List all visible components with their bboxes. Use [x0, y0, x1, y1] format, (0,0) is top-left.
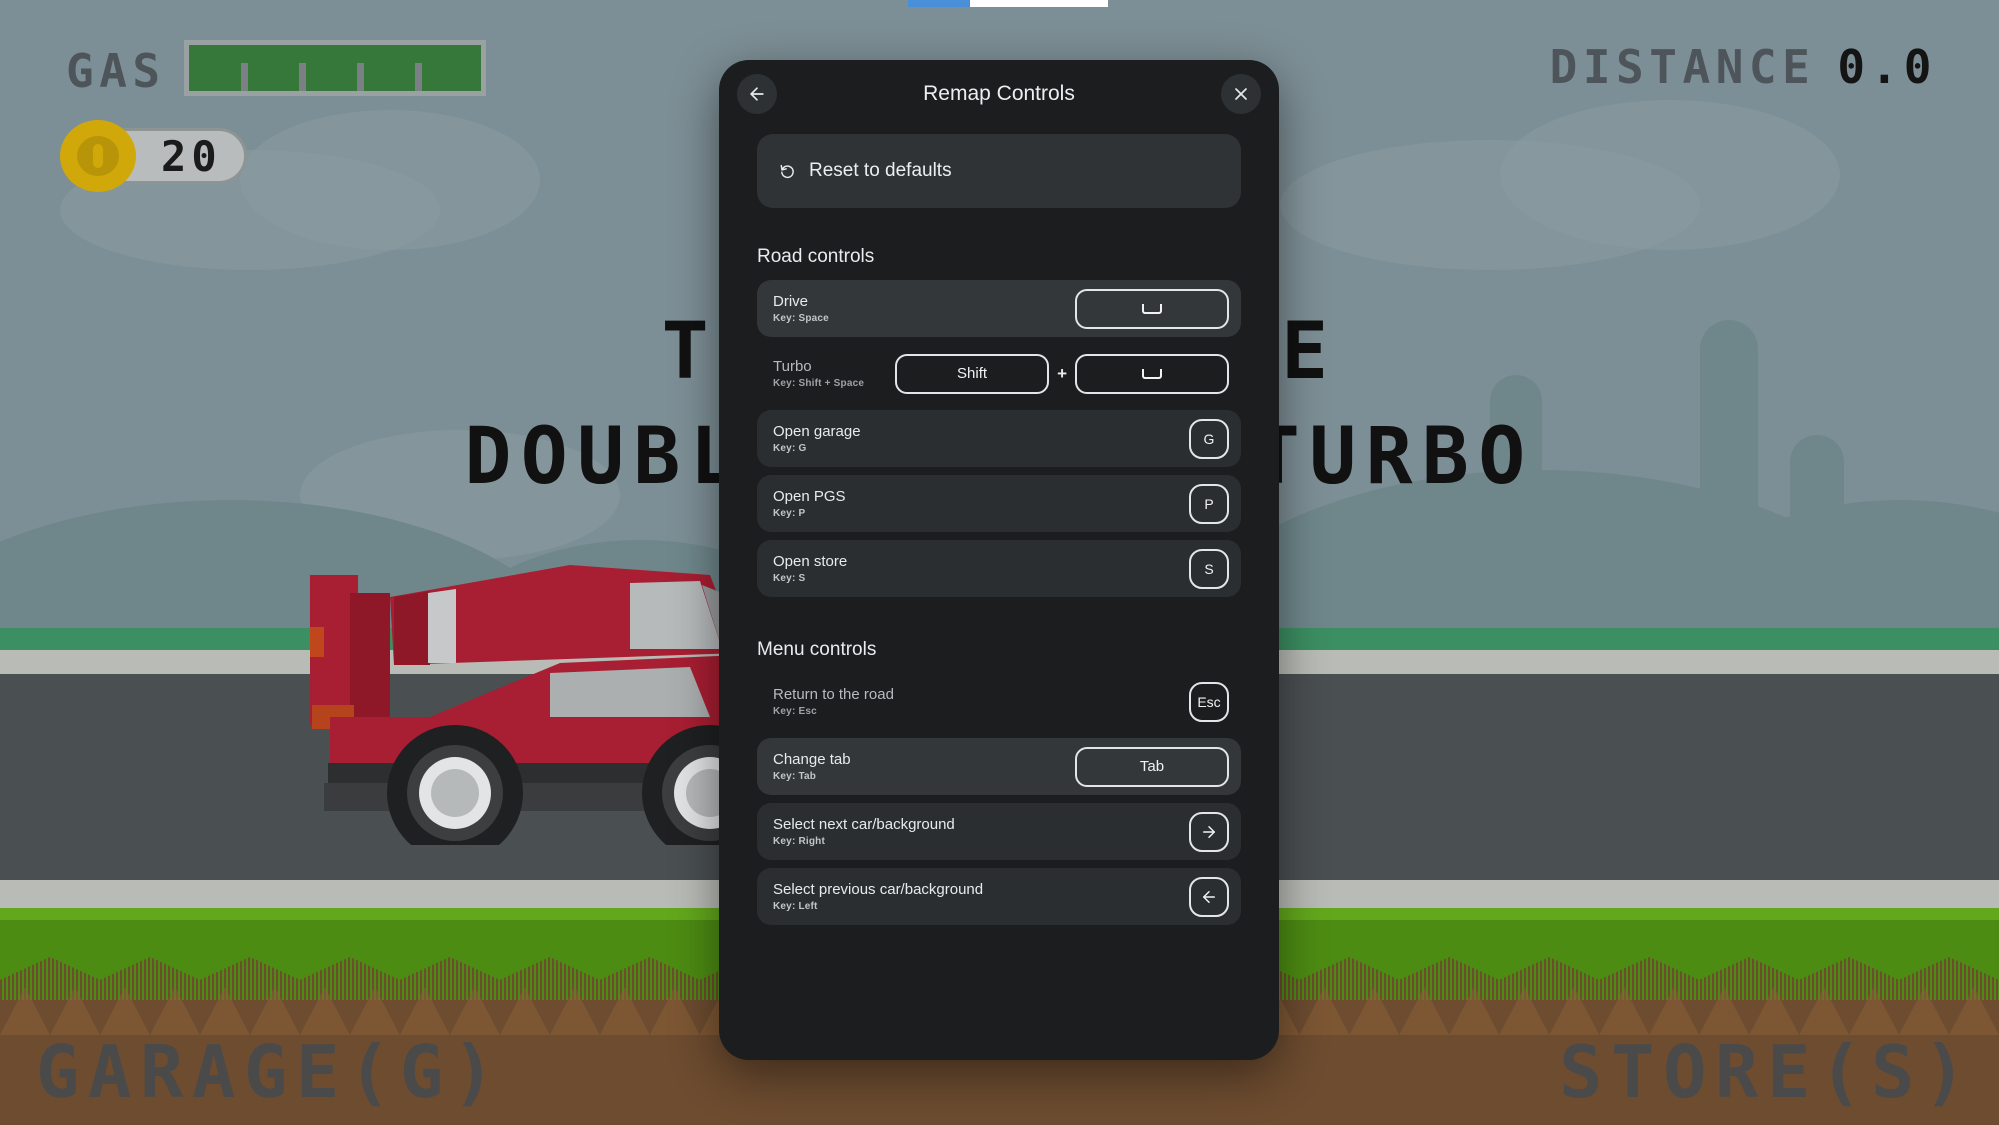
control-action-name: Drive [773, 293, 809, 311]
coin-icon [60, 120, 136, 192]
control-row[interactable]: Turbo Key: Shift + Space Shift + [757, 345, 1241, 402]
gas-tick [415, 63, 422, 91]
control-key-label: Key: G [773, 442, 807, 454]
reset-to-defaults-button[interactable]: Reset to defaults [757, 134, 1241, 208]
control-key-label: Key: P [773, 507, 806, 519]
control-row-text: Turbo Key: Shift + Space [773, 358, 864, 388]
gas-gauge-fill [189, 45, 481, 91]
control-action-name: Open garage [773, 423, 861, 441]
gas-tick [241, 63, 248, 91]
keycap-button[interactable]: Esc [1189, 681, 1229, 722]
keycap-button[interactable]: S [1189, 548, 1229, 589]
arrow-left-icon [750, 87, 764, 101]
gas-label: GAS [66, 44, 166, 98]
dialog-title: Remap Controls [923, 82, 1075, 105]
page-loading-bar-fill [908, 0, 970, 7]
control-key-label: Key: Right [773, 835, 825, 847]
keycap-button[interactable]: Tab [1075, 746, 1229, 787]
page-loading-bar [908, 0, 1108, 7]
garage-button[interactable]: GARAGE(G) [36, 1030, 504, 1114]
keycap-group [1189, 811, 1229, 852]
control-row-text: Select previous car/background Key: Left [773, 881, 983, 911]
control-key-label: Key: Esc [773, 705, 817, 717]
control-row[interactable]: Change tab Key: Tab Tab [757, 738, 1241, 795]
keycap-group: Tab [1075, 746, 1229, 787]
keycap-button[interactable]: G [1189, 418, 1229, 459]
remap-controls-dialog: Remap Controls Reset to defaults Road co… [719, 60, 1279, 1060]
control-key-label: Key: Tab [773, 770, 817, 782]
control-key-label: Key: S [773, 572, 806, 584]
control-action-name: Change tab [773, 751, 851, 769]
keycap-button[interactable]: P [1189, 483, 1229, 524]
cloud [1500, 100, 1840, 250]
control-key-label: Key: Left [773, 900, 818, 912]
keycap-group: Shift + [895, 353, 1229, 394]
close-icon [1235, 88, 1247, 100]
keycap-button[interactable] [1189, 876, 1229, 917]
coin-slot [93, 144, 103, 168]
distance-label: DISTANCE [1549, 40, 1816, 94]
store-button[interactable]: STORE(S) [1559, 1030, 1975, 1114]
control-row-text: Open store Key: S [773, 553, 847, 583]
rotate-ccw-icon [780, 164, 794, 178]
distance-readout: DISTANCE 0.0 [1550, 40, 1937, 94]
keycap-plus-separator: + [1057, 363, 1067, 383]
control-action-name: Return to the road [773, 686, 894, 704]
control-action-name: Open PGS [773, 488, 846, 506]
coin-amount: 20 [161, 131, 222, 181]
control-sections: Road controls Drive Key: Space Turbo Key: Sh… [757, 246, 1241, 925]
control-row-text: Select next car/background Key: Right [773, 816, 955, 846]
control-row[interactable]: Open store Key: S S [757, 540, 1241, 597]
dialog-header: Remap Controls [719, 60, 1279, 128]
reset-to-defaults-label: Reset to defaults [809, 160, 952, 181]
keycap-group: P [1189, 483, 1229, 524]
keycap-button[interactable] [1075, 353, 1229, 394]
arrow-right-icon [1203, 825, 1215, 838]
control-row[interactable]: Open garage Key: G G [757, 410, 1241, 467]
gas-tick [357, 63, 364, 91]
distance-value: 0.0 [1837, 40, 1937, 94]
keycap-group: G [1189, 418, 1229, 459]
keycap-group [1075, 288, 1229, 329]
control-row-text: Drive Key: Space [773, 293, 829, 323]
control-row[interactable]: Select previous car/background Key: Left [757, 868, 1241, 925]
gas-tick [299, 63, 306, 91]
control-row[interactable]: Drive Key: Space [757, 280, 1241, 337]
keycap-button[interactable] [1189, 811, 1229, 852]
spacebar-icon [1142, 303, 1162, 314]
keycap-group [1189, 876, 1229, 917]
control-row[interactable]: Select next car/background Key: Right [757, 803, 1241, 860]
control-action-name: Turbo [773, 358, 812, 376]
keycap-button[interactable] [1075, 288, 1229, 329]
control-row[interactable]: Return to the road Key: Esc Esc [757, 673, 1241, 730]
cloud [240, 110, 540, 250]
control-row-text: Change tab Key: Tab [773, 751, 851, 781]
back-button[interactable] [737, 74, 777, 114]
gas-gauge [184, 40, 486, 96]
keycap-button[interactable]: Shift [895, 353, 1050, 394]
control-action-name: Open store [773, 553, 848, 571]
dialog-body: Reset to defaults Road controls Drive Key:… [719, 128, 1279, 1060]
control-action-name: Select previous car/background [773, 881, 984, 899]
control-row-text: Open garage Key: G [773, 423, 861, 453]
control-key-label: Key: Space [773, 312, 829, 324]
section-title: Road controls [757, 246, 875, 267]
control-row-text: Return to the road Key: Esc [773, 686, 894, 716]
keycap-group: Esc [1189, 681, 1229, 722]
control-row-text: Open PGS Key: P [773, 488, 846, 518]
close-button[interactable] [1221, 74, 1261, 114]
keycap-group: S [1189, 548, 1229, 589]
control-action-name: Select next car/background [773, 816, 955, 834]
arrow-left-icon [1203, 890, 1215, 903]
spacebar-icon [1142, 368, 1162, 379]
section-title: Menu controls [757, 639, 877, 660]
control-row[interactable]: Open PGS Key: P P [757, 475, 1241, 532]
control-key-label: Key: Shift + Space [773, 377, 865, 389]
